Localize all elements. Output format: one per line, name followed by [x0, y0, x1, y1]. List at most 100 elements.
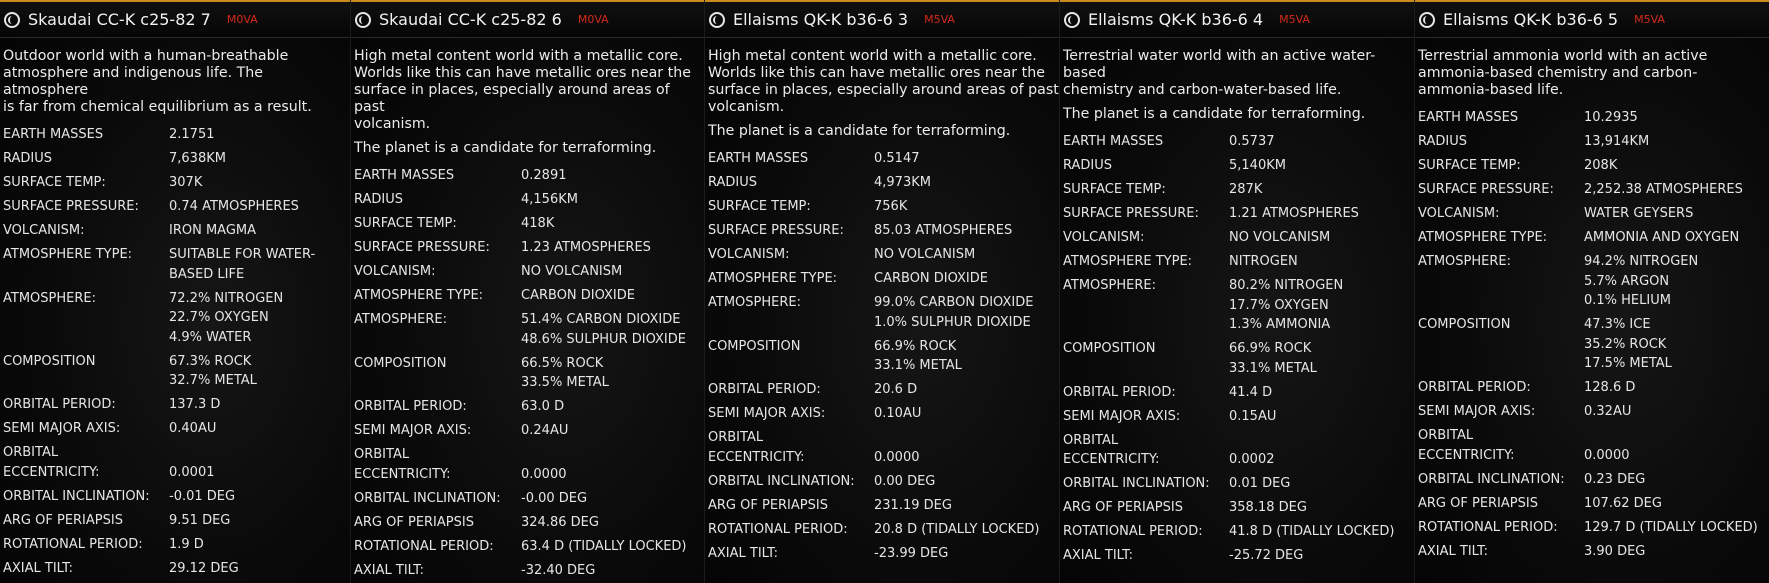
stat-label: ORBITAL INCLINATION:: [708, 473, 855, 489]
stat-label: AXIAL TILT:: [3, 560, 74, 576]
stat-value: -0.00 DEG: [521, 490, 588, 506]
stat-value: 307K: [169, 175, 203, 190]
stat-label: ATMOSPHERE:: [1418, 254, 1511, 269]
stat-value: 63.4 D (TIDALLY LOCKED): [521, 538, 687, 554]
stat-value: AMMONIA AND OXYGEN: [1584, 230, 1740, 245]
stat-value: NO VOLCANISM: [1229, 230, 1331, 245]
stat-label: ATMOSPHERE TYPE:: [708, 271, 838, 286]
stat-value: 0.32AU: [1584, 404, 1632, 419]
stat-label: RADIUS: [3, 151, 53, 166]
stat-label: RADIUS: [1063, 158, 1113, 173]
star-class: M0VA: [226, 13, 258, 26]
stat-row: AXIAL TILT: -23.99 DEG: [705, 544, 1059, 564]
stat-value: 0.74 ATMOSPHERES: [169, 199, 299, 214]
description-paragraph: The planet is a candidate for terraformi…: [354, 140, 657, 156]
stat-label: ATMOSPHERE TYPE:: [354, 288, 484, 303]
planet-ring-icon: [709, 11, 725, 28]
stat-label: ORBITAL INCLINATION:: [1063, 476, 1210, 491]
stat-value: 128.6 D: [1584, 380, 1636, 395]
stat-label: ARG OF PERIAPSIS: [3, 512, 123, 528]
stat-row: ORBITAL INCLINATION: -0.01 DEG: [0, 487, 350, 507]
stat-label: COMPOSITION: [1418, 317, 1511, 332]
stat-label: SURFACE TEMP:: [708, 199, 811, 214]
stat-label: COMPOSITION: [3, 353, 96, 369]
panel-header[interactable]: Skaudai CC-K c25-82 6 M0VA: [351, 0, 704, 38]
stat-value: -0.01 DEG: [169, 488, 236, 504]
stat-value: 13,914KM: [1584, 134, 1650, 149]
stat-value: 1.23 ATMOSPHERES: [521, 240, 651, 255]
stat-value: 0.01 DEG: [1229, 476, 1291, 491]
stat-value: 4,156KM: [521, 192, 578, 207]
stat-row: ORBITAL INCLINATION: 0.00 DEG: [705, 472, 1059, 492]
star-class: M0VA: [577, 13, 609, 26]
star-class: M5VA: [1279, 13, 1310, 26]
description-paragraph: Terrestrial water world with an active w…: [1063, 48, 1376, 98]
stat-value: NO VOLCANISM: [874, 247, 976, 262]
stat-row: ATMOSPHERE: 99.0% CARBON DIOXIDE 1.0% SUL…: [705, 293, 1059, 332]
stat-value: 756K: [874, 199, 908, 214]
stat-row: SURFACE PRESSURE: 1.23 ATMOSPHERES: [351, 238, 704, 258]
stat-value: 3.90 DEG: [1584, 543, 1646, 559]
stat-label: ROTATIONAL PERIOD:: [1418, 519, 1558, 535]
stat-label: SURFACE PRESSURE:: [354, 240, 490, 255]
planet-name: Skaudai CC-K c25-82 6: [379, 10, 562, 29]
panel-header[interactable]: Ellaisms QK-K b36-6 5 M5VA: [1415, 0, 1769, 38]
stat-value: 287K: [1229, 182, 1263, 197]
stat-value: 137.3 D: [169, 397, 221, 412]
stat-row: COMPOSITION 67.3% ROCK 32.7% METAL: [0, 352, 350, 391]
stat-row: ATMOSPHERE: 72.2% NITROGEN 22.7% OXYGEN 4…: [0, 289, 350, 348]
stat-label: ROTATIONAL PERIOD:: [354, 538, 494, 554]
stat-row: SEMI MAJOR AXIS: 0.15AU: [1060, 407, 1414, 427]
stat-row: SURFACE TEMP: 418K: [351, 214, 704, 234]
stat-row: SEMI MAJOR AXIS: 0.24AU: [351, 421, 704, 441]
stat-label: ARG OF PERIAPSIS: [1418, 495, 1538, 511]
panel-header[interactable]: Ellaisms QK-K b36-6 4 M5VA: [1060, 0, 1414, 38]
stat-label: RADIUS: [1418, 134, 1468, 149]
stat-label: ATMOSPHERE:: [1063, 278, 1156, 293]
stat-row: ROTATIONAL PERIOD: 63.4 D (TIDALLY LOCKED…: [351, 537, 704, 557]
stat-row: RADIUS 7,638KM: [0, 149, 350, 169]
planet-panel: Skaudai CC-K c25-82 7 M0VA Outdoor world…: [0, 0, 350, 583]
stat-label: SURFACE TEMP:: [3, 175, 106, 190]
stat-row: ORBITAL ECCENTRICITY: 0.0000: [705, 428, 1059, 467]
stat-row: ORBITAL INCLINATION: 0.01 DEG: [1060, 474, 1414, 494]
planet-name: Ellaisms QK-K b36-6 3: [733, 10, 909, 29]
stat-row: COMPOSITION 66.9% ROCK 33.1% METAL: [705, 337, 1059, 376]
stat-label: ORBITAL ECCENTRICITY:: [1418, 428, 1515, 463]
stat-label: ORBITAL INCLINATION:: [1418, 471, 1565, 487]
stat-label: SURFACE TEMP:: [1418, 158, 1521, 173]
stat-label: ATMOSPHERE:: [3, 290, 96, 306]
stat-row: ORBITAL PERIOD: 128.6 D: [1415, 378, 1769, 398]
stat-row: ORBITAL INCLINATION: 0.23 DEG: [1415, 470, 1769, 490]
planet-name: Ellaisms QK-K b36-6 5: [1443, 10, 1619, 29]
stat-row: EARTH MASSES 0.2891: [351, 166, 704, 186]
stat-value: 1.21 ATMOSPHERES: [1229, 206, 1359, 221]
stat-row: VOLCANISM: NO VOLCANISM: [705, 245, 1059, 265]
stat-row: RADIUS 13,914KM: [1415, 132, 1769, 152]
star-class: M5VA: [1634, 13, 1665, 26]
stat-value: 1.9 D: [169, 536, 204, 552]
stat-label: ORBITAL PERIOD:: [1418, 380, 1531, 395]
stat-label: SURFACE PRESSURE:: [1063, 206, 1199, 221]
panel-header[interactable]: Ellaisms QK-K b36-6 3 M5VA: [705, 0, 1059, 38]
stat-label: SEMI MAJOR AXIS:: [354, 423, 472, 438]
planet-panel: Ellaisms QK-K b36-6 3 M5VA High metal co…: [704, 0, 1059, 583]
stat-label: ORBITAL INCLINATION:: [3, 488, 150, 504]
stat-value: 0.0000: [874, 449, 920, 465]
stat-label: SURFACE PRESSURE:: [708, 223, 844, 238]
stat-value: CARBON DIOXIDE: [874, 271, 988, 286]
stat-value: -32.40 DEG: [521, 562, 596, 578]
stat-row: ORBITAL PERIOD: 63.0 D: [351, 397, 704, 417]
stat-label: RADIUS: [354, 192, 404, 207]
stat-value: 5,140KM: [1229, 158, 1286, 173]
stat-label: ORBITAL PERIOD:: [708, 382, 821, 397]
stat-value: 2,252.38 ATMOSPHERES: [1584, 182, 1743, 197]
stat-label: VOLCANISM:: [3, 223, 85, 238]
stat-value: CARBON DIOXIDE: [521, 288, 635, 303]
stat-label: ORBITAL ECCENTRICITY:: [354, 447, 451, 482]
stat-label: COMPOSITION: [708, 338, 801, 354]
stat-row: EARTH MASSES 2.1751: [0, 125, 350, 145]
panel-header[interactable]: Skaudai CC-K c25-82 7 M0VA: [0, 0, 350, 38]
stat-value: 129.7 D (TIDALLY LOCKED): [1584, 519, 1758, 535]
stat-row: VOLCANISM: IRON MAGMA: [0, 221, 350, 241]
